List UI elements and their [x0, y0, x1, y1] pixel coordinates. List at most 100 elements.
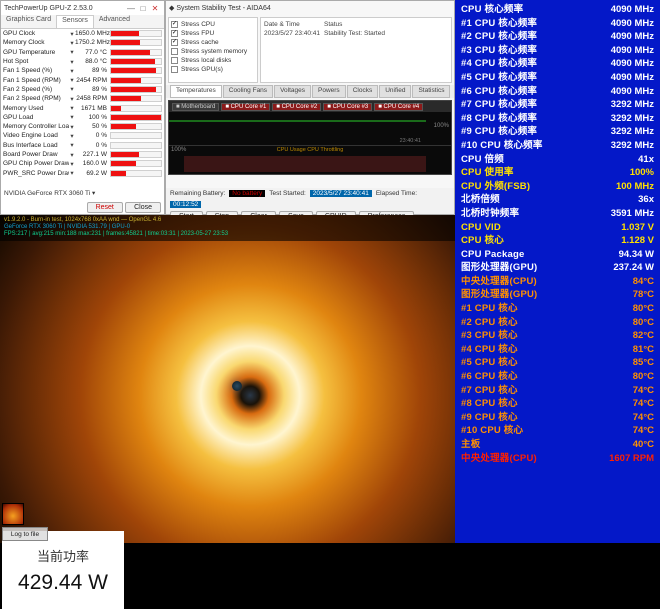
minimize-icon[interactable]: —: [125, 3, 137, 13]
stress-option[interactable]: Stress CPU: [171, 20, 255, 29]
stress-option[interactable]: Stress local disks: [171, 56, 255, 65]
chart-core-legend: ■ Motherboard■ CPU Core #1■ CPU Core #2■…: [169, 101, 451, 112]
chart-tab[interactable]: Voltages: [274, 85, 311, 98]
hw-key: #5 CPU 核心频率: [461, 71, 537, 85]
sensor-name: GPU Load: [3, 114, 69, 121]
hw-row: 中央处理器(CPU)84°C: [461, 275, 654, 289]
sensor-value: 50 %: [75, 123, 109, 130]
sensor-name: Bus Interface Load: [3, 142, 69, 149]
checkbox-icon[interactable]: [171, 66, 178, 73]
furmark-overlay: v1.9.2.0 - Burn-in test, 1024x768 0xAA w…: [0, 215, 455, 241]
sensor-value: 89 %: [75, 86, 109, 93]
gpuz-titlebar[interactable]: TechPowerUp GPU-Z 2.53.0 — □ ✕: [1, 1, 164, 15]
hw-key: #1 CPU 核心: [461, 302, 518, 316]
sensor-row: Memory Controller Load▾50 %: [1, 122, 164, 131]
sensor-name: Fan 2 Speed (RPM): [3, 95, 69, 102]
hw-row: #1 CPU 核心频率4090 MHz: [461, 17, 654, 31]
legend-item: ■ CPU Core #3: [323, 103, 372, 111]
chart-tab[interactable]: Clocks: [347, 85, 379, 98]
sensor-name: Video Engine Load: [3, 132, 69, 139]
chart-tab[interactable]: Powers: [312, 85, 346, 98]
hw-row: #3 CPU 核心频率4090 MHz: [461, 44, 654, 58]
status-value: Stability Test: Started: [324, 30, 385, 37]
stress-option[interactable]: Stress FPU: [171, 29, 255, 38]
hw-value: 40°C: [633, 438, 654, 452]
sensor-row: Fan 1 Speed (RPM)▾2454 RPM: [1, 75, 164, 84]
hw-value: 4090 MHz: [611, 57, 654, 71]
hw-row: CPU VID1.037 V: [461, 221, 654, 235]
log-to-file-button[interactable]: Log to file: [2, 527, 48, 541]
sensor-value: 88.0 °C: [75, 58, 109, 65]
hw-row: #2 CPU 核心频率4090 MHz: [461, 30, 654, 44]
chart-tab[interactable]: Cooling Fans: [223, 85, 273, 98]
hw-value: 85°C: [633, 356, 654, 370]
hw-value: 1.128 V: [621, 234, 654, 248]
aida-app-icon: ◆: [169, 4, 174, 12]
sensor-value: 0 %: [75, 142, 109, 149]
close-icon[interactable]: ✕: [149, 3, 161, 13]
hw-key: #9 CPU 核心: [461, 411, 518, 425]
stress-test-tree: Stress CPUStress FPUStress cacheStress s…: [168, 17, 258, 83]
stress-option[interactable]: Stress system memory: [171, 47, 255, 56]
hw-value: 4090 MHz: [611, 30, 654, 44]
sensor-bar: [110, 39, 162, 46]
hw-value: 100%: [630, 166, 654, 180]
tab-advanced[interactable]: Advanced: [94, 15, 135, 28]
hw-value: 74°C: [633, 384, 654, 398]
hw-value: 1.037 V: [621, 221, 654, 235]
hw-key: #4 CPU 核心频率: [461, 57, 537, 71]
sensor-bar: [110, 77, 162, 84]
gpu-name-select[interactable]: NVIDIA GeForce RTX 3060 Ti ▾: [4, 189, 161, 197]
chart-tab[interactable]: Statistics: [412, 85, 450, 98]
hw-value: 41x: [638, 153, 654, 167]
gpuz-tabs: Graphics Card Sensors Advanced: [1, 15, 164, 29]
hw-row: #8 CPU 核心74°C: [461, 397, 654, 411]
sensor-row: GPU Temperature▾77.0 °C: [1, 48, 164, 57]
sensor-name: Memory Clock: [3, 39, 69, 46]
stress-option[interactable]: Stress cache: [171, 38, 255, 47]
hw-row: #3 CPU 核心82°C: [461, 329, 654, 343]
checkbox-icon[interactable]: [171, 57, 178, 64]
elapsed-value: 00:12:52: [170, 201, 201, 208]
hw-monitor-panel: CPU 核心频率4090 MHz#1 CPU 核心频率4090 MHz#2 CP…: [455, 0, 660, 543]
hw-row: 图形处理器(GPU)237.24 W: [461, 261, 654, 275]
hw-key: CPU 使用率: [461, 166, 514, 180]
hw-key: 图形处理器(GPU): [461, 261, 537, 275]
hw-value: 1607 RPM: [609, 452, 654, 466]
sensor-bar: [110, 105, 162, 112]
sensor-name: Fan 1 Speed (%): [3, 67, 69, 74]
hw-row: #7 CPU 核心频率3292 MHz: [461, 98, 654, 112]
tab-graphics-card[interactable]: Graphics Card: [1, 15, 56, 28]
reset-button[interactable]: Reset: [87, 202, 123, 213]
hw-row: CPU 核心频率4090 MHz: [461, 3, 654, 17]
hw-key: CPU 核心频率: [461, 3, 523, 17]
hw-value: 4090 MHz: [611, 85, 654, 99]
legend-item: ■ CPU Core #1: [221, 103, 270, 111]
hw-row: #4 CPU 核心81°C: [461, 343, 654, 357]
chart-tab[interactable]: Unified: [379, 85, 411, 98]
hw-key: #8 CPU 核心频率: [461, 112, 537, 126]
tab-sensors[interactable]: Sensors: [56, 15, 94, 28]
hw-key: #8 CPU 核心: [461, 397, 518, 411]
chart-tab[interactable]: Temperatures: [170, 85, 222, 98]
checkbox-icon[interactable]: [171, 48, 178, 55]
maximize-icon[interactable]: □: [137, 3, 149, 13]
stress-option[interactable]: Stress GPU(s): [171, 65, 255, 74]
hw-key: #7 CPU 核心: [461, 384, 518, 398]
hw-value: 4090 MHz: [611, 71, 654, 85]
power-label: 当前功率: [37, 546, 89, 565]
hw-value: 3292 MHz: [611, 139, 654, 153]
temperature-chart: 100% 23:40:41: [169, 112, 451, 146]
elapsed-label: Elapsed Time:: [376, 190, 417, 197]
hw-row: 主板40°C: [461, 438, 654, 452]
aida-titlebar[interactable]: ◆ System Stability Test - AIDA64: [166, 1, 454, 15]
checkbox-icon[interactable]: [171, 30, 178, 37]
checkbox-icon[interactable]: [171, 39, 178, 46]
sensor-bar: [110, 151, 162, 158]
close-button[interactable]: Close: [125, 202, 161, 213]
hw-row: #1 CPU 核心80°C: [461, 302, 654, 316]
legend-item: ■ CPU Core #2: [272, 103, 321, 111]
checkbox-icon[interactable]: [171, 21, 178, 28]
hw-value: 36x: [638, 193, 654, 207]
sensor-list: GPU Clock▾1650.0 MHzMemory Clock▾1750.2 …: [1, 29, 164, 178]
